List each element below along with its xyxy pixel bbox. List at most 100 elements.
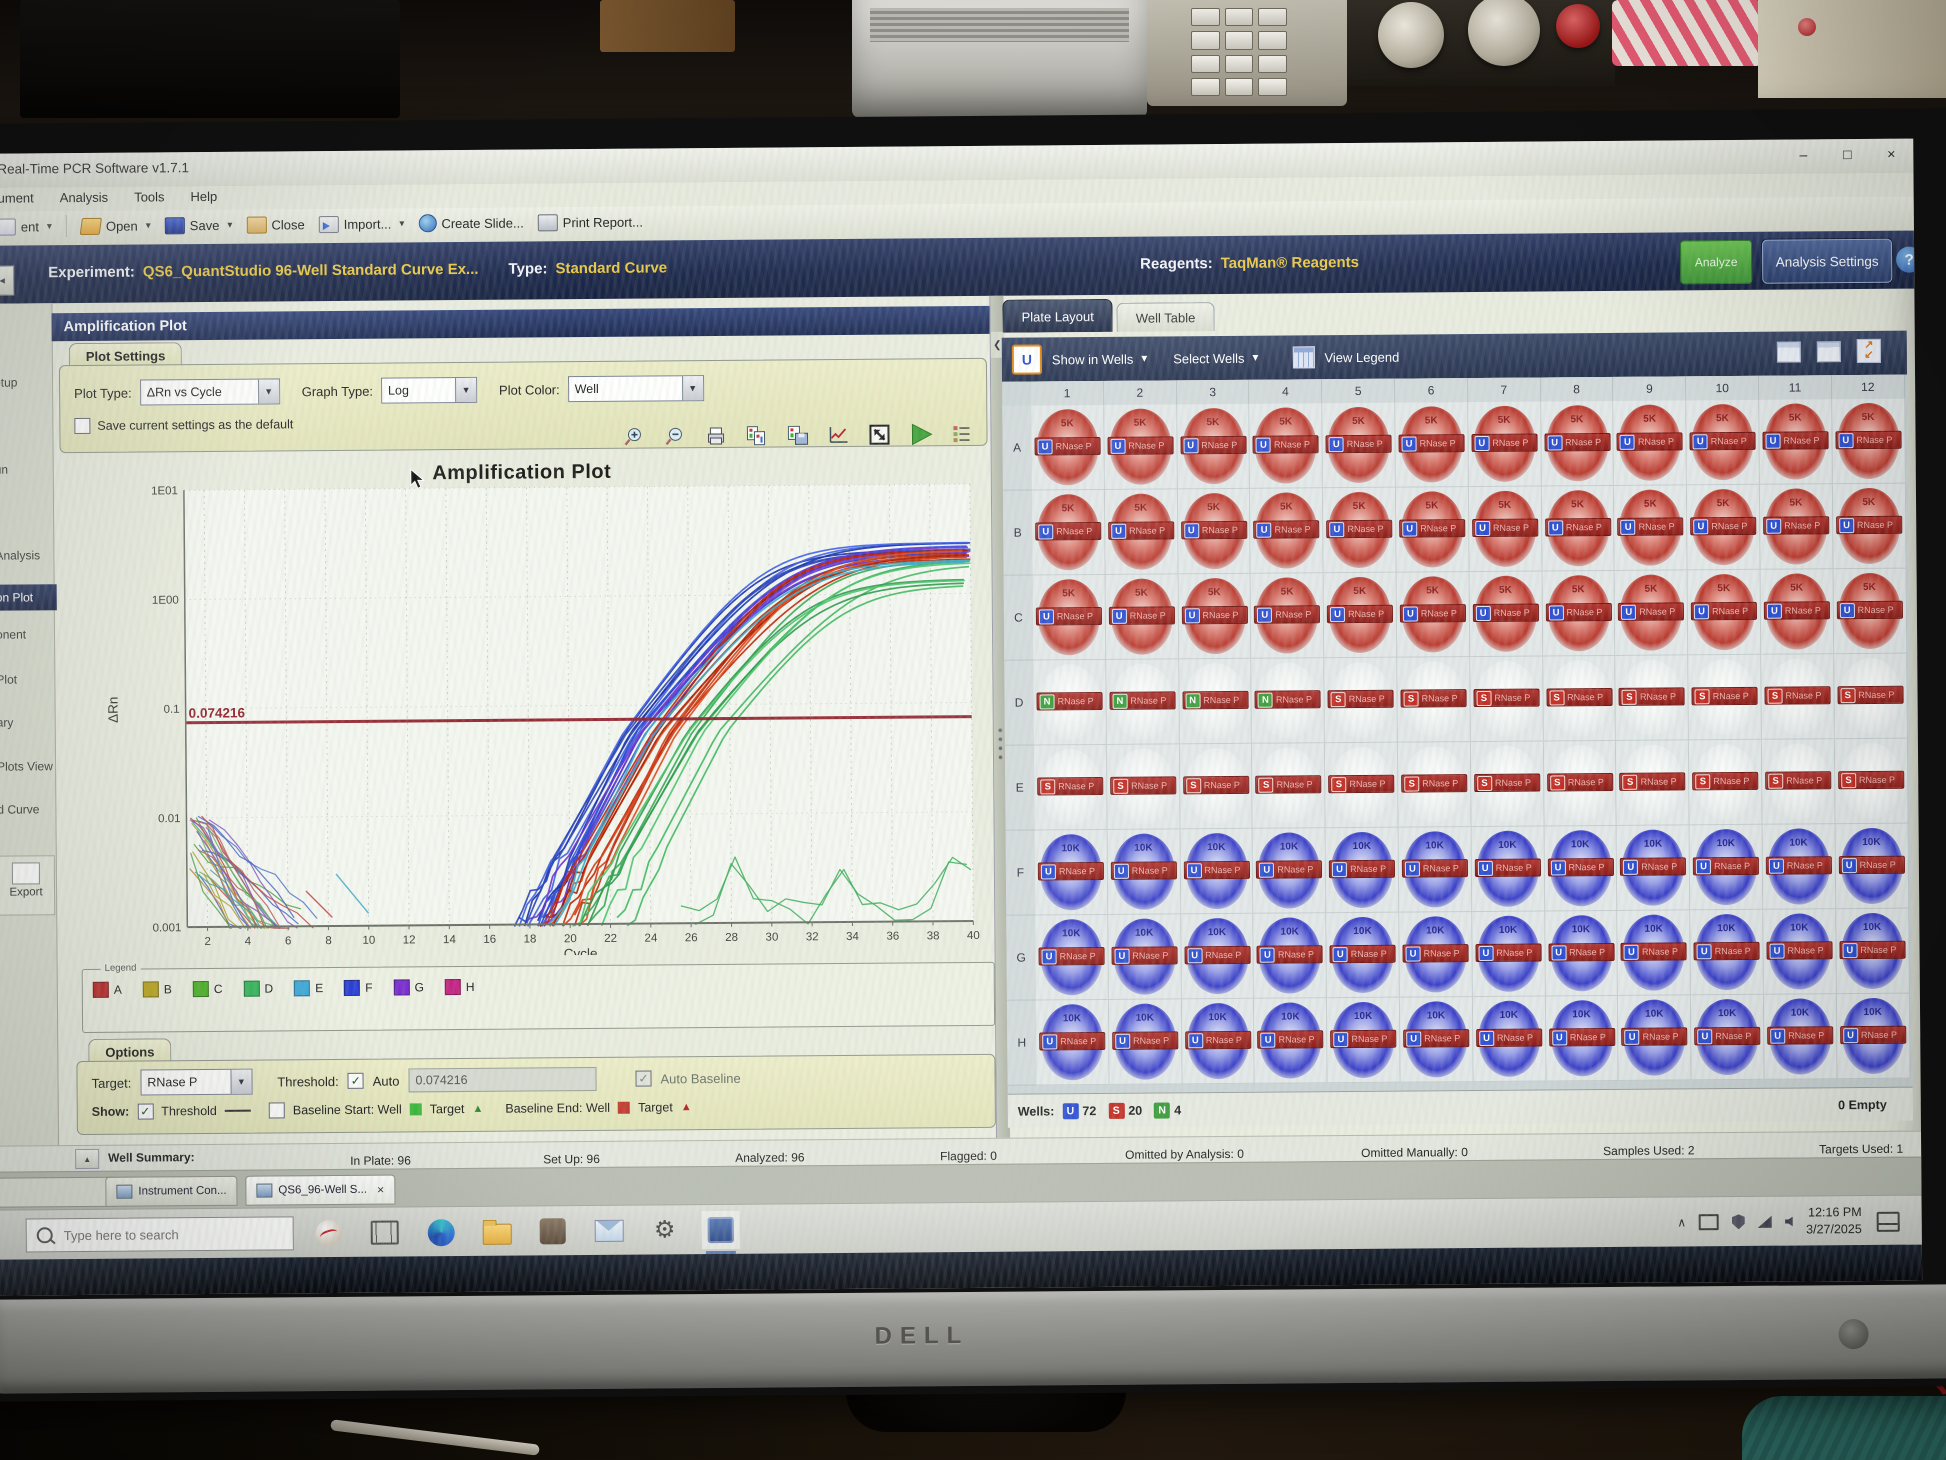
well-F4[interactable]: 10KURNase P — [1253, 828, 1326, 914]
well-F1[interactable]: 10KURNase P — [1035, 830, 1108, 916]
well-F10[interactable]: 10KURNase P — [1690, 825, 1763, 911]
well-D12[interactable]: SRNase P — [1834, 654, 1907, 740]
well-C5[interactable]: 5KURNase P — [1324, 573, 1397, 659]
well-A11[interactable]: 5KURNase P — [1759, 399, 1832, 485]
well-H11[interactable]: 10KURNase P — [1764, 994, 1837, 1080]
well-E12[interactable]: SRNase P — [1835, 739, 1908, 825]
well-E2[interactable]: SRNase P — [1107, 744, 1180, 830]
well-D7[interactable]: SRNase P — [1470, 657, 1543, 743]
power-button[interactable] — [1838, 1319, 1868, 1349]
well-D8[interactable]: SRNase P — [1543, 656, 1616, 742]
zoom-out-icon[interactable] — [662, 424, 686, 448]
search-input[interactable] — [62, 1225, 266, 1244]
auto-threshold-checkbox[interactable] — [348, 1073, 364, 1089]
volume-tray-icon[interactable] — [1785, 1216, 1793, 1226]
well-B4[interactable]: 5KURNase P — [1250, 488, 1323, 574]
settings-icon[interactable]: ⚙ — [646, 1211, 684, 1249]
well-A4[interactable]: 5KURNase P — [1250, 403, 1323, 489]
menu-item-analysis[interactable]: Analysis — [60, 190, 109, 205]
well-B5[interactable]: 5KURNase P — [1323, 488, 1396, 574]
close-tab-icon[interactable]: × — [377, 1183, 384, 1197]
edge-browser-icon[interactable] — [422, 1213, 460, 1251]
well-E8[interactable]: SRNase P — [1543, 741, 1616, 827]
plate-layout[interactable]: 123456789101112 ABCDEFGH 5KURNase P5KURN… — [1002, 375, 1913, 1094]
toolbar-open[interactable]: Open — [81, 217, 151, 235]
well-F3[interactable]: 10KURNase P — [1180, 829, 1253, 915]
well-H9[interactable]: 10KURNase P — [1618, 995, 1691, 1081]
well-G7[interactable]: 10KURNase P — [1472, 912, 1545, 998]
well-H7[interactable]: 10KURNase P — [1473, 997, 1546, 1083]
well-E10[interactable]: SRNase P — [1689, 740, 1762, 826]
well-H2[interactable]: 10KURNase P — [1109, 999, 1182, 1085]
well-G9[interactable]: 10KURNase P — [1618, 910, 1691, 996]
analysis-settings-button[interactable]: Analysis Settings — [1762, 239, 1892, 284]
sidebar-item-onent[interactable]: onent — [0, 627, 26, 641]
well-B12[interactable]: 5KURNase P — [1833, 484, 1906, 570]
menu-item-help[interactable]: Help — [190, 189, 217, 204]
pop-out-icon[interactable] — [867, 423, 891, 447]
well-B6[interactable]: 5KURNase P — [1396, 487, 1469, 573]
well-B11[interactable]: 5KURNase P — [1760, 484, 1833, 570]
export-button[interactable]: Export — [0, 855, 55, 915]
well-F7[interactable]: 10KURNase P — [1471, 827, 1544, 913]
print-icon[interactable] — [703, 424, 727, 448]
toolbar-ent[interactable]: ent — [0, 218, 52, 235]
graph-type-dropdown[interactable]: Log▼ — [381, 377, 477, 404]
well-F8[interactable]: 10KURNase P — [1544, 826, 1617, 912]
mail-icon[interactable] — [590, 1212, 628, 1250]
play-icon[interactable] — [908, 422, 932, 446]
well-type-u-icon[interactable]: U — [1012, 344, 1042, 374]
toolbar-printreport[interactable]: Print Report... — [538, 213, 643, 231]
well-B8[interactable]: 5KURNase P — [1541, 486, 1614, 572]
sidebar-item-plotsview[interactable]: Plots View — [0, 759, 53, 773]
plate-view-alt-icon[interactable] — [1817, 341, 1841, 362]
well-A3[interactable]: 5KURNase P — [1177, 404, 1250, 490]
well-D3[interactable]: NRNase P — [1179, 659, 1252, 745]
well-E11[interactable]: SRNase P — [1762, 739, 1835, 825]
well-G1[interactable]: 10KURNase P — [1035, 915, 1108, 1001]
well-C11[interactable]: 5KURNase P — [1761, 569, 1834, 655]
sidebar-item-analysis[interactable]: Analysis — [0, 548, 40, 562]
well-D2[interactable]: NRNase P — [1106, 659, 1179, 745]
well-B9[interactable]: 5KURNase P — [1614, 485, 1687, 571]
well-C10[interactable]: 5KURNase P — [1688, 570, 1761, 656]
well-C7[interactable]: 5KURNase P — [1469, 572, 1542, 658]
well-H4[interactable]: 10KURNase P — [1254, 998, 1327, 1084]
well-D6[interactable]: SRNase P — [1397, 657, 1470, 743]
well-D1[interactable]: NRNase P — [1033, 660, 1106, 746]
well-A7[interactable]: 5KURNase P — [1468, 402, 1541, 488]
well-E1[interactable]: SRNase P — [1034, 745, 1107, 831]
well-F5[interactable]: 10KURNase P — [1326, 828, 1399, 914]
amplification-chart[interactable]: 0.07421624681012141618202224262830323436… — [98, 474, 997, 959]
toolbar-import[interactable]: Import... — [319, 215, 405, 233]
show-in-wells-dropdown[interactable]: Show in Wells▼ — [1052, 351, 1149, 367]
file-explorer-icon[interactable] — [478, 1213, 516, 1251]
well-G6[interactable]: 10KURNase P — [1399, 912, 1472, 998]
zoom-in-icon[interactable] — [621, 425, 645, 449]
well-G3[interactable]: 10KURNase P — [1181, 914, 1254, 1000]
plate-view-icon[interactable] — [1777, 341, 1801, 362]
target-dropdown[interactable]: RNase P▼ — [140, 1069, 252, 1096]
plot-color-dropdown[interactable]: Well▼ — [568, 375, 704, 402]
well-A2[interactable]: 5KURNase P — [1104, 404, 1177, 490]
well-F2[interactable]: 10KURNase P — [1107, 829, 1180, 915]
taskbar-search[interactable] — [26, 1216, 294, 1252]
menu-item-ument[interactable]: ument — [0, 190, 34, 205]
menu-item-tools[interactable]: Tools — [134, 189, 164, 204]
well-D5[interactable]: SRNase P — [1324, 658, 1397, 744]
well-H12[interactable]: 10KURNase P — [1837, 994, 1910, 1080]
well-G4[interactable]: 10KURNase P — [1254, 913, 1327, 999]
sidebar-item-onplot[interactable]: on Plot — [0, 584, 57, 611]
well-G10[interactable]: 10KURNase P — [1690, 910, 1763, 996]
minimize-button[interactable]: – — [1789, 143, 1817, 165]
well-G8[interactable]: 10KURNase P — [1545, 911, 1618, 997]
active-app-icon[interactable] — [702, 1211, 740, 1249]
well-F9[interactable]: 10KURNase P — [1617, 825, 1690, 911]
well-D4[interactable]: NRNase P — [1252, 658, 1325, 744]
well-C12[interactable]: 5KURNase P — [1833, 569, 1906, 655]
well-F6[interactable]: 10KURNase P — [1399, 827, 1472, 913]
well-E5[interactable]: SRNase P — [1325, 743, 1398, 829]
news-widget-icon[interactable] — [310, 1214, 348, 1252]
well-D9[interactable]: SRNase P — [1616, 655, 1689, 741]
well-B7[interactable]: 5KURNase P — [1469, 487, 1542, 573]
